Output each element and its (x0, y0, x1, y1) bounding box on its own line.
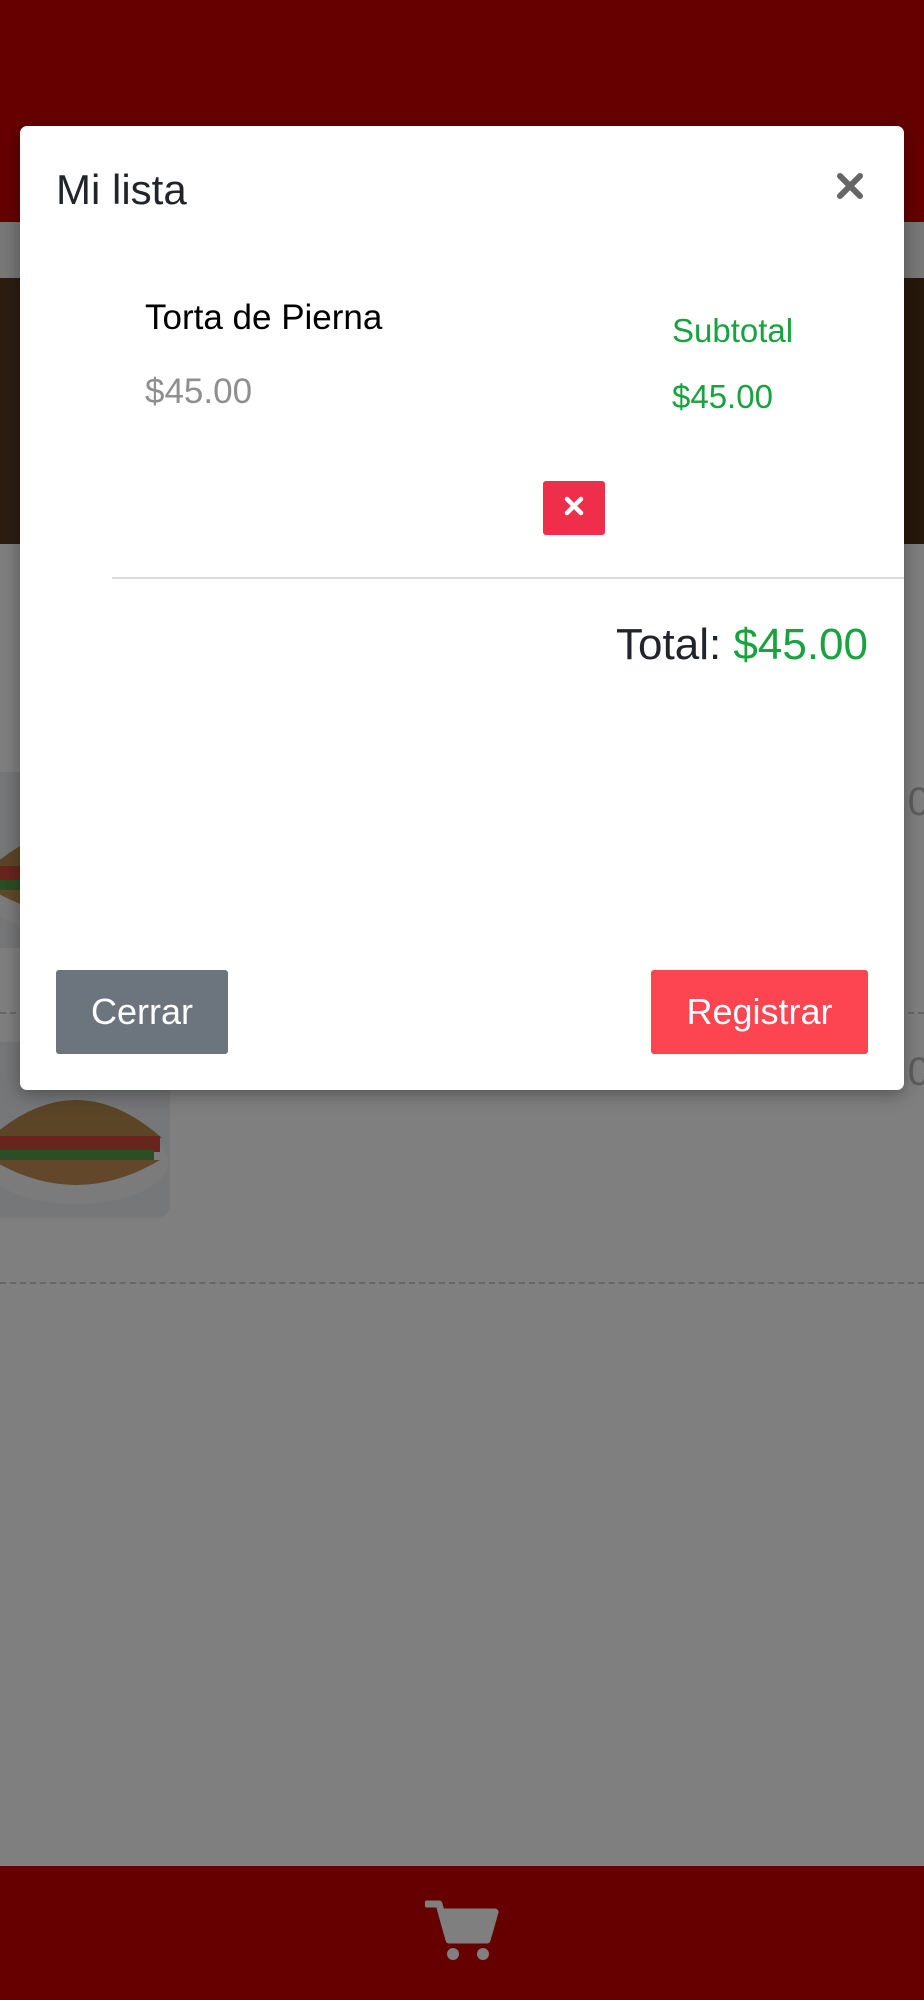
item-name: Torta de Pierna (145, 298, 383, 337)
total-label: Total: (616, 620, 734, 669)
modal-title: Mi lista (56, 166, 187, 213)
item-price: $45.00 (145, 372, 253, 411)
total-value: $45.00 (733, 620, 868, 669)
cart-modal: Mi lista Torta de Pierna $45.00 Subtotal… (20, 126, 904, 1090)
close-button[interactable]: Cerrar (56, 970, 228, 1054)
register-button[interactable]: Registrar (651, 970, 868, 1054)
close-icon[interactable] (830, 166, 870, 206)
cart-total: Total: $45.00 (616, 620, 868, 670)
remove-item-button[interactable] (543, 481, 605, 535)
times-icon (563, 495, 585, 521)
subtotal-value: $45.00 (672, 378, 773, 415)
subtotal-label: Subtotal (672, 312, 794, 349)
divider (112, 577, 904, 579)
